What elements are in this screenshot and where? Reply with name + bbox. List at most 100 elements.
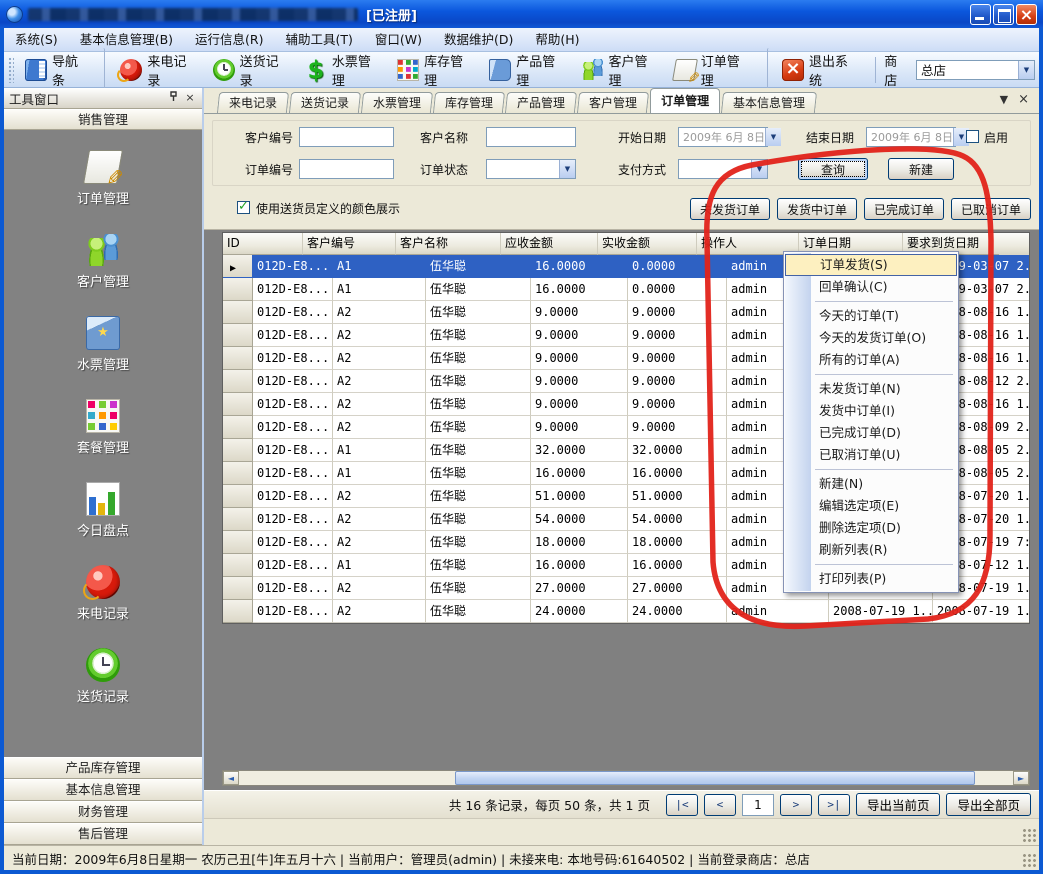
customer-name-input[interactable]	[486, 127, 576, 147]
sidebar-item[interactable]: 来电记录	[4, 565, 202, 622]
start-date-picker[interactable]: 2009年 6月 8日	[678, 127, 768, 147]
sidebar-group-button[interactable]: 售后管理	[4, 823, 202, 845]
tab[interactable]: 来电记录	[217, 92, 289, 113]
context-menu-item[interactable]: 订单发货(S)	[785, 254, 957, 276]
scrollbar-thumb[interactable]	[455, 771, 975, 785]
row-selector[interactable]	[223, 439, 253, 462]
prev-page-button[interactable]: <	[704, 794, 736, 816]
status-filter-button[interactable]: 已取消订单	[951, 198, 1031, 220]
context-menu-item[interactable]	[785, 561, 957, 568]
status-filter-button[interactable]: 发货中订单	[777, 198, 857, 220]
order-status-combobox[interactable]	[486, 159, 576, 179]
tab[interactable]: 基本信息管理	[721, 92, 817, 113]
sidebar-item[interactable]: 水票管理	[4, 316, 202, 373]
chevron-down-icon[interactable]	[765, 128, 781, 146]
status-filter-button[interactable]: 未发货订单	[690, 198, 770, 220]
horizontal-scrollbar[interactable]	[222, 770, 1030, 786]
context-menu-item[interactable]: 已完成订单(D)	[785, 422, 957, 444]
first-page-button[interactable]: |<	[666, 794, 698, 816]
page-number-input[interactable]: 1	[742, 794, 774, 816]
sidebar-item[interactable]: 套餐管理	[4, 399, 202, 456]
query-button[interactable]: 查询	[798, 158, 868, 180]
context-menu-item[interactable]: 编辑选定项(E)	[785, 495, 957, 517]
context-menu-item[interactable]: 回单确认(C)	[785, 276, 957, 298]
context-menu-item[interactable]	[785, 371, 957, 378]
row-selector[interactable]	[223, 255, 253, 278]
pay-method-combobox[interactable]	[678, 159, 768, 179]
pin-icon[interactable]	[166, 91, 180, 105]
sidebar-item[interactable]: 送货记录	[4, 648, 202, 705]
table-row[interactable]: 012D-E8... A2 伍华聪 24.0000 24.0000 admin …	[223, 600, 1029, 623]
customer-no-input[interactable]	[299, 127, 394, 147]
sidebar-item[interactable]: 客户管理	[4, 233, 202, 290]
export-all-pages-button[interactable]: 导出全部页	[946, 793, 1031, 816]
context-menu-item[interactable]	[785, 298, 957, 305]
tab[interactable]: 订单管理	[650, 88, 720, 113]
row-selector[interactable]	[223, 278, 253, 301]
new-button[interactable]: 新建	[888, 158, 954, 180]
row-selector[interactable]	[223, 347, 253, 370]
scroll-left-icon[interactable]	[223, 771, 239, 785]
row-selector[interactable]	[223, 577, 253, 600]
context-menu-item[interactable]: 打印列表(P)	[785, 568, 957, 590]
sidebar-item[interactable]: 订单管理	[4, 150, 202, 207]
context-menu-item[interactable]: 已取消订单(U)	[785, 444, 957, 466]
close-button[interactable]	[1016, 4, 1037, 25]
context-menu-item[interactable]	[785, 466, 957, 473]
water-ticket-button[interactable]: 水票管理	[298, 48, 390, 92]
delivery-record-button[interactable]: 送货记录	[206, 48, 298, 92]
context-menu-item[interactable]: 发货中订单(I)	[785, 400, 957, 422]
color-display-checkbox[interactable]	[237, 201, 250, 214]
shop-combobox[interactable]: 总店	[916, 60, 1035, 80]
row-selector[interactable]	[223, 393, 253, 416]
column-header[interactable]: 客户名称	[396, 233, 501, 255]
sidebar-item[interactable]: 今日盘点	[4, 482, 202, 539]
product-button[interactable]: 产品管理	[482, 48, 574, 92]
customer-button[interactable]: 客户管理	[575, 48, 667, 92]
minimize-button[interactable]	[970, 4, 991, 25]
order-no-input[interactable]	[299, 159, 394, 179]
order-button[interactable]: 订单管理	[667, 48, 759, 92]
row-selector[interactable]	[223, 600, 253, 623]
context-menu-item[interactable]: 所有的订单(A)	[785, 349, 957, 371]
tab[interactable]: 产品管理	[505, 92, 577, 113]
tab-list-dropdown-icon[interactable]: ▼	[1000, 93, 1008, 106]
row-selector[interactable]	[223, 370, 253, 393]
maximize-button[interactable]	[993, 4, 1014, 25]
column-header[interactable]: 应收金额	[501, 233, 598, 255]
context-menu-item[interactable]: 删除选定项(D)	[785, 517, 957, 539]
tab[interactable]: 水票管理	[361, 92, 433, 113]
sidebar-group-button[interactable]: 财务管理	[4, 801, 202, 823]
chevron-down-icon[interactable]	[559, 160, 575, 178]
tab[interactable]: 送货记录	[289, 92, 361, 113]
sidebar-group-button[interactable]: 基本信息管理	[4, 779, 202, 801]
chevron-down-icon[interactable]	[1018, 61, 1034, 79]
resize-grip[interactable]	[1023, 829, 1037, 843]
inventory-button[interactable]: 库存管理	[390, 48, 482, 92]
scrollbar-track[interactable]	[239, 771, 1013, 785]
tab[interactable]: 客户管理	[577, 92, 649, 113]
column-header[interactable]: ID	[223, 233, 303, 255]
scroll-right-icon[interactable]	[1013, 771, 1029, 785]
navigator-button[interactable]: 导航条	[18, 48, 105, 92]
sidebar-group-button[interactable]: 产品库存管理	[4, 757, 202, 779]
end-date-picker[interactable]: 2009年 6月 8日	[866, 127, 956, 147]
enable-checkbox[interactable]	[966, 130, 979, 143]
row-selector[interactable]	[223, 508, 253, 531]
context-menu-item[interactable]: 今天的订单(T)	[785, 305, 957, 327]
row-selector[interactable]	[223, 324, 253, 347]
status-filter-button[interactable]: 已完成订单	[864, 198, 944, 220]
resize-grip[interactable]	[1023, 854, 1037, 868]
context-menu-item[interactable]: 新建(N)	[785, 473, 957, 495]
column-header[interactable]: 实收金额	[598, 233, 697, 255]
context-menu-item[interactable]: 未发货订单(N)	[785, 378, 957, 400]
sidebar-group-sales[interactable]: 销售管理	[4, 109, 202, 130]
row-selector[interactable]	[223, 462, 253, 485]
row-selector[interactable]	[223, 485, 253, 508]
last-page-button[interactable]: >|	[818, 794, 850, 816]
export-current-page-button[interactable]: 导出当前页	[856, 793, 941, 816]
row-selector[interactable]	[223, 554, 253, 577]
exit-button[interactable]: 退出系统	[767, 48, 867, 92]
context-menu-item[interactable]: 今天的发货订单(O)	[785, 327, 957, 349]
row-selector[interactable]	[223, 416, 253, 439]
